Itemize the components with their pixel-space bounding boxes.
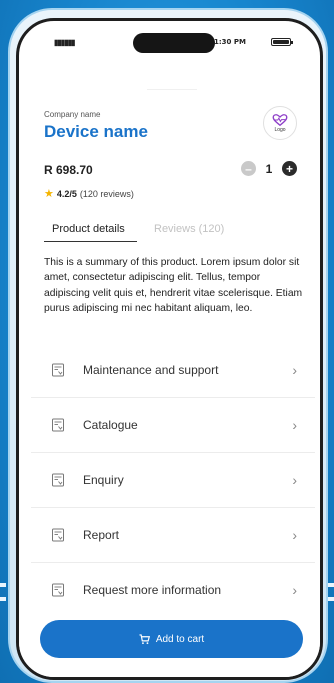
rating-value: 4.2/5 [56,188,77,199]
menu-item-catalogue[interactable]: Catalogue › [31,398,315,452]
tab-product-details[interactable]: Product details [52,223,125,235]
decrease-quantity-button[interactable]: – [241,161,256,176]
menu-item-label: Report [83,528,120,542]
status-time: 1:30 PM [214,38,246,46]
rating-reviews-count: (120 reviews) [79,188,134,199]
document-icon [52,528,64,542]
document-icon [52,583,64,597]
cart-icon [139,633,150,644]
company-name: Company name [44,110,101,119]
menu-item-request-info[interactable]: Request more information › [31,563,315,617]
phone-screen: ▮▮▮▮▮▮ 1:30 PM Company name Device name … [16,18,323,680]
camera-notch [133,33,215,53]
menu-item-enquiry[interactable]: Enquiry › [31,453,315,507]
chevron-right-icon: › [292,362,297,378]
chevron-right-icon: › [292,527,297,543]
document-icon [52,363,64,377]
background-decoration-left [0,583,6,601]
drag-handle[interactable] [147,89,197,90]
heart-pulse-icon [272,113,288,126]
logo-label: Logo [274,126,286,133]
menu-item-label: Request more information [83,583,222,597]
menu-item-report[interactable]: Report › [31,508,315,562]
tab-reviews[interactable]: Reviews (120) [154,223,224,235]
cart-bar: Add to cart [19,610,320,677]
chevron-right-icon: › [292,417,297,433]
add-to-cart-label: Add to cart [155,633,205,645]
increase-quantity-button[interactable]: + [282,161,297,176]
product-rating: ★ 4.2/5 (120 reviews) [44,187,134,200]
battery-icon [271,38,293,46]
product-summary: This is a summary of this product. Lorem… [44,257,303,314]
menu-item-label: Maintenance and support [83,363,219,377]
detail-tabs: Product details Reviews (120) [44,223,302,245]
quantity-stepper: – 1 + [241,161,297,176]
chevron-right-icon: › [292,582,297,598]
background-decoration-right [328,583,334,601]
add-to-cart-button[interactable]: Add to cart [40,620,303,658]
star-icon: ★ [44,188,54,200]
active-tab-indicator [44,241,137,242]
device-name: Device name [44,122,148,141]
menu-item-maintenance[interactable]: Maintenance and support › [31,343,315,397]
menu-item-label: Catalogue [83,418,138,432]
document-icon [52,473,64,487]
product-price: R 698.70 [44,163,93,177]
document-icon [52,418,64,432]
chevron-right-icon: › [292,472,297,488]
quantity-value: 1 [265,161,273,176]
status-bar: ▮▮▮▮▮▮ 1:30 PM [19,21,320,65]
company-logo: Logo [263,106,297,140]
product-page: Company name Device name Logo R 698.70 –… [19,65,320,677]
signal-icon: ▮▮▮▮▮▮ [54,38,75,47]
menu-item-label: Enquiry [83,473,124,487]
